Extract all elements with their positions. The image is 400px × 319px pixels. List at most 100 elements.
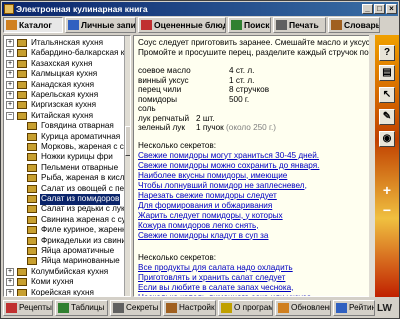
tree-item-label: Говядина отварная	[41, 121, 114, 131]
bottom-tab-settings[interactable]: Настройки	[163, 300, 216, 316]
ingredient-name: винный уксус	[138, 75, 189, 85]
tab-print[interactable]: Печать	[273, 17, 326, 33]
tree-item-label: Свинина жареная с су	[41, 214, 126, 224]
book-icon	[27, 184, 37, 193]
expand-toggle[interactable]: +	[6, 288, 14, 296]
tab-label: Поиск	[244, 20, 270, 30]
zoom-in-button[interactable]: +	[379, 183, 395, 199]
pencil-button[interactable]: ✎	[379, 109, 395, 125]
tab-search[interactable]: Поиск	[228, 17, 271, 33]
ingredient-name: перец чили	[138, 85, 182, 94]
main-toolbar: Каталог Личные записи Оцененные блюда Поиск…	[3, 17, 383, 33]
book-icon	[17, 49, 27, 58]
bottom-tab-tables[interactable]: Таблицы	[55, 300, 108, 316]
maximize-button[interactable]: □	[374, 4, 385, 14]
secret-link[interactable]: Все продукты для салата надо охладить	[138, 263, 293, 273]
notes-icon	[68, 20, 79, 30]
secret-link[interactable]: Если вы любите в салате запах чеснока,	[138, 283, 293, 293]
eye-button[interactable]: ◉	[379, 131, 395, 147]
secret-link[interactable]: Свежие помидоры кладут в суп за	[138, 231, 268, 241]
secret-link[interactable]: Несколько капель лимонного сока или уксу…	[138, 293, 314, 297]
tree-item-label: Ножки курицы фри	[41, 152, 113, 162]
bottom-tab-secrets[interactable]: Секреты	[110, 300, 161, 316]
close-button[interactable]: ×	[386, 4, 397, 14]
ratings-icon	[336, 303, 347, 313]
secrets-title: Несколько секретов:	[138, 140, 217, 150]
expand-toggle[interactable]: +	[6, 278, 14, 287]
secret-link[interactable]: Свежие помидоры могут храниться 30-45 дн…	[138, 151, 319, 161]
minimize-button[interactable]: _	[362, 4, 373, 14]
book-icon	[27, 132, 37, 141]
ingredient-qty: 1 пучок (около 250 г.)	[196, 123, 276, 132]
bottom-tabs: Рецепты Таблицы Секреты Настройки О программ…	[3, 299, 375, 317]
tree-item-label: Салат из помидоров	[40, 194, 121, 205]
tab-notes[interactable]: Личные записи	[65, 17, 136, 33]
ingredient-note: (около 250 г.)	[223, 123, 276, 132]
expand-toggle[interactable]: +	[6, 70, 14, 79]
bottom-tab-label: Рейтинги	[349, 303, 374, 312]
bottom-tab-recipes[interactable]: Рецепты	[3, 300, 53, 316]
secret-link[interactable]: Нарезать свежие помидоры следует	[138, 191, 277, 201]
tab-catalog[interactable]: Каталог	[3, 17, 63, 33]
expand-toggle[interactable]: +	[6, 59, 14, 68]
book-icon	[17, 278, 27, 287]
expand-toggle[interactable]: +	[6, 267, 14, 276]
secret-link[interactable]: Чтобы лопнувший помидор не заплесневел,	[138, 181, 307, 191]
expand-toggle[interactable]: +	[6, 80, 14, 89]
expand-toggle[interactable]: +	[6, 101, 14, 110]
book-icon	[27, 195, 37, 203]
notebook-button[interactable]: ▤	[379, 65, 395, 81]
secret-link[interactable]: Кожура помидоров легко снять,	[138, 221, 259, 231]
expand-toggle[interactable]: +	[6, 91, 14, 99]
secret-link[interactable]: Для формирования и обжаривания	[138, 201, 272, 211]
ingredient-name: зеленый лук	[138, 123, 185, 132]
pin-button[interactable]: ↖	[379, 87, 395, 103]
expand-toggle[interactable]: +	[6, 39, 14, 47]
tab-label: Личные записи	[81, 20, 136, 30]
app-icon	[4, 4, 14, 14]
pencil-icon: ✎	[382, 111, 392, 122]
expand-toggle[interactable]: −	[6, 111, 14, 120]
side-toolbar: ? ▤ ↖ ✎ ◉ + −	[375, 35, 399, 297]
bottom-tab-label: Секреты	[126, 303, 159, 312]
secret-link[interactable]: Жарить следует помидоры, у которых	[138, 211, 283, 221]
tree-item-label: Яйца ароматичные	[41, 246, 115, 255]
tree-item-label: Морковь, жареная с се	[41, 142, 129, 151]
bottom-tab-label: Обновление	[291, 303, 330, 312]
secret-link[interactable]: Свежие помидоры можно сохранить до январ…	[138, 161, 319, 171]
notebook-icon: ▤	[382, 67, 392, 78]
tree-scroll-thumb[interactable]	[125, 126, 130, 156]
book-icon	[17, 267, 27, 276]
book-icon	[27, 174, 37, 183]
settings-icon	[166, 303, 177, 313]
tables-icon	[58, 303, 69, 313]
secret-link[interactable]: Наиболее вкусны помидоры, имеющие	[138, 171, 287, 181]
book-icon	[17, 91, 27, 99]
book-icon	[17, 59, 27, 68]
book-icon	[17, 39, 27, 47]
bottom-tab-ratings[interactable]: Рейтинги	[333, 300, 375, 316]
bottom-tab-about[interactable]: О программе	[218, 300, 273, 316]
window-title: Электронная кулинарная книга	[16, 4, 148, 14]
tab-rated[interactable]: Оцененные блюда	[138, 17, 226, 33]
recipe-intro-line: Промойте и просушите перец, разделите ка…	[138, 48, 373, 57]
ingredient-name: соевое масло	[138, 66, 191, 75]
recipe-tree[interactable]: + Итальянская кухня + Кабардино-балкарская …	[3, 35, 131, 297]
book-icon	[27, 257, 37, 266]
secret-link[interactable]: Приготовлять и хранить салат следует	[138, 273, 285, 283]
tree-item-label: Казахская кухня	[31, 58, 93, 68]
tree-item-label: Корейская кухня	[31, 287, 94, 297]
help-button[interactable]: ?	[379, 45, 395, 61]
zoom-out-button[interactable]: −	[379, 203, 395, 219]
bottom-tab-update[interactable]: Обновление	[275, 300, 331, 316]
bottom-tab-label: О программе	[234, 303, 272, 312]
tree-scrollbar[interactable]	[124, 36, 130, 296]
tree-item-label: Киргизская кухня	[31, 100, 97, 110]
expand-toggle[interactable]: +	[6, 49, 14, 58]
pin-icon: ↖	[382, 89, 392, 100]
ingredient-name: соль	[138, 104, 156, 113]
tab-dictionary[interactable]: Словарь	[328, 17, 380, 33]
catalog-icon	[6, 20, 17, 30]
app-window: Электронная кулинарная книга _ □ × Катал…	[0, 0, 400, 319]
tree-item-label: Колумбийская кухня	[31, 266, 109, 276]
